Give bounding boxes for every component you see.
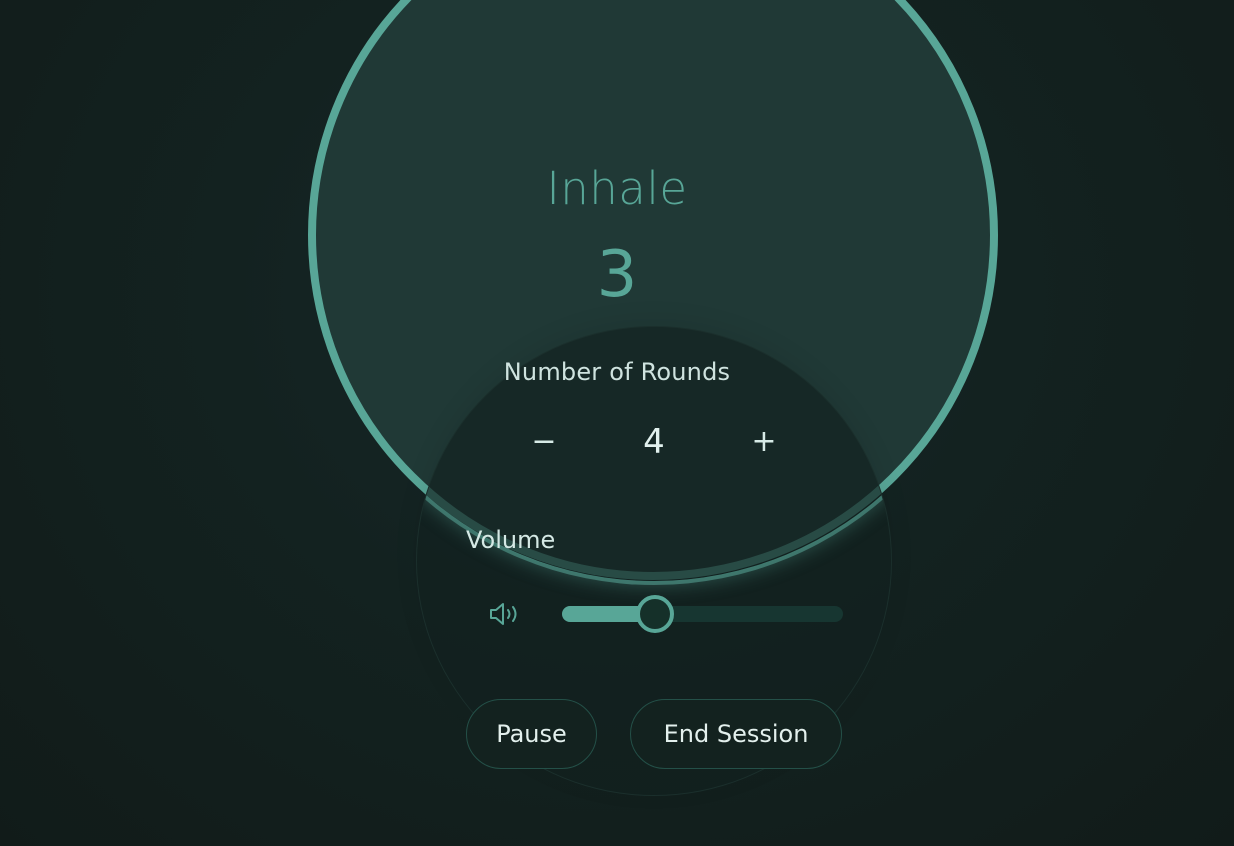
volume-label: Volume bbox=[466, 526, 556, 554]
pause-button[interactable]: Pause bbox=[466, 699, 597, 769]
rounds-label: Number of Rounds bbox=[503, 358, 731, 386]
decrease-rounds-button[interactable]: − bbox=[522, 420, 566, 464]
increase-rounds-button[interactable]: + bbox=[742, 420, 786, 464]
breathing-countdown: 3 bbox=[596, 238, 638, 312]
volume-slider-thumb[interactable] bbox=[636, 595, 674, 633]
breathing-phase: Inhale bbox=[546, 162, 688, 215]
rounds-value: 4 bbox=[643, 422, 665, 462]
end-session-button[interactable]: End Session bbox=[630, 699, 842, 769]
breathing-session-screen: Inhale 3 Number of Rounds − 4 + Volume P… bbox=[0, 0, 1234, 846]
volume-slider[interactable] bbox=[562, 595, 843, 633]
volume-icon[interactable] bbox=[488, 600, 522, 628]
